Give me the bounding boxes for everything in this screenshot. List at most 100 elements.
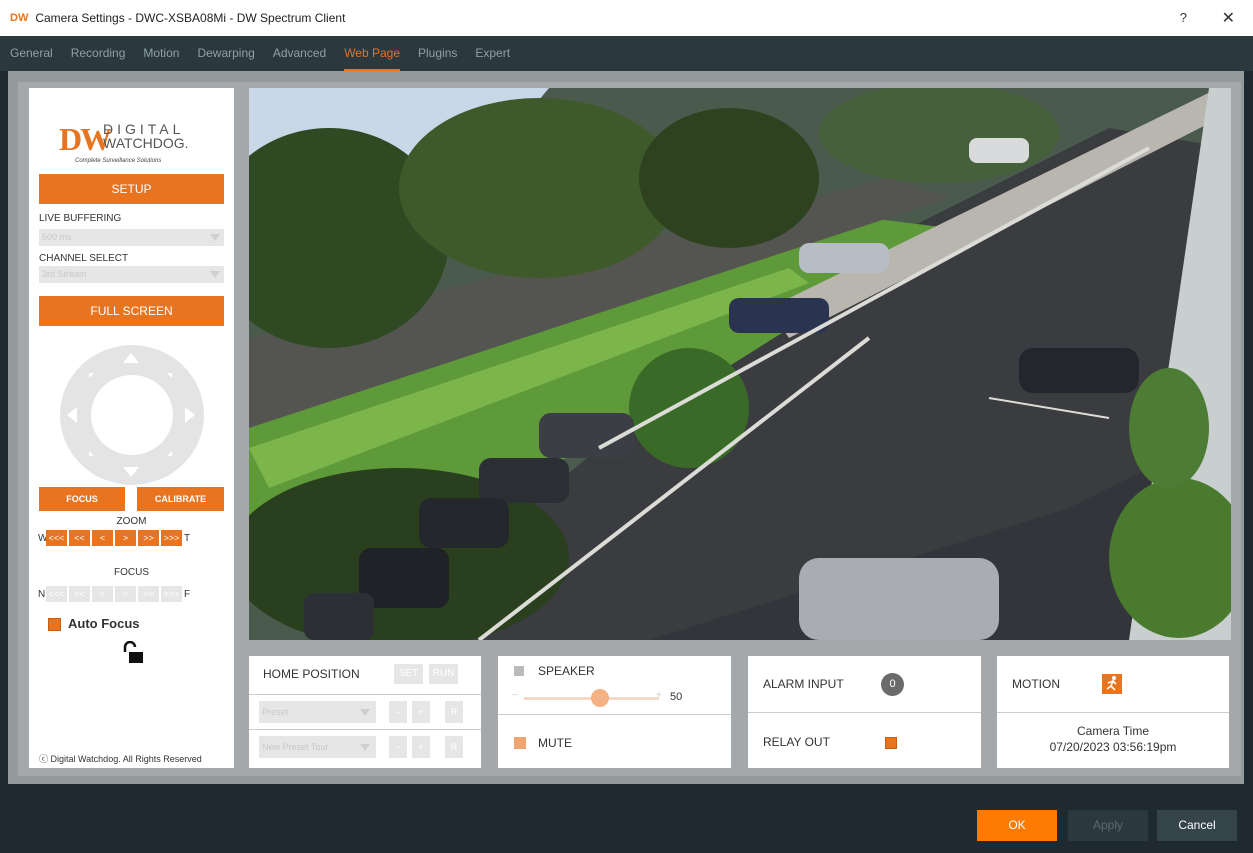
tour-reset-button[interactable]: R <box>445 736 463 758</box>
arrow-up-right-icon[interactable] <box>167 373 172 378</box>
brand-line2: WATCHDOG. <box>103 135 189 151</box>
alarm-input-label: ALARM INPUT <box>763 677 844 691</box>
focus-near-fast-button[interactable]: <<< <box>46 586 67 602</box>
tab-general[interactable]: General <box>10 36 53 71</box>
focus-controls: N <<< << < > >> >>> F <box>38 585 192 603</box>
zoom-wide-label: W <box>38 532 48 544</box>
io-panel: ALARM INPUT 0 RELAY OUT <box>748 656 981 768</box>
arrow-left-icon[interactable] <box>67 407 77 423</box>
auto-focus-checkbox[interactable] <box>48 618 61 631</box>
preset-tour-select[interactable]: New Preset Tour <box>259 736 376 758</box>
tab-expert[interactable]: Expert <box>475 36 510 71</box>
zoom-in-medium-button[interactable]: >> <box>138 530 159 546</box>
arrow-down-icon[interactable] <box>123 467 139 477</box>
volume-decrease[interactable]: − <box>512 690 518 701</box>
ptz-center <box>91 375 173 455</box>
apply-button[interactable]: Apply <box>1068 810 1148 841</box>
home-run-button[interactable]: RUN <box>429 664 458 684</box>
camera-time-value: 07/20/2023 03:56:19pm <box>1049 740 1177 754</box>
focus-far-button[interactable]: > <box>115 586 136 602</box>
arrow-up-left-icon[interactable] <box>89 373 94 378</box>
auto-focus-label: Auto Focus <box>68 616 140 631</box>
home-position-panel: HOME POSITION SET RUN Preset − + R New P… <box>249 656 481 768</box>
focus-near-button[interactable]: < <box>92 586 113 602</box>
speaker-label: SPEAKER <box>538 664 595 678</box>
mute-checkbox[interactable] <box>514 737 526 749</box>
audio-panel: SPEAKER − + 50 MUTE <box>498 656 731 768</box>
focus-near-medium-button[interactable]: << <box>69 586 90 602</box>
tab-dewarping[interactable]: Dewarping <box>197 36 254 71</box>
speaker-checkbox[interactable] <box>514 666 524 676</box>
chevron-down-icon <box>360 709 370 716</box>
arrow-up-icon[interactable] <box>123 353 139 363</box>
copyright-text: ⓒ Digital Watchdog. All Rights Reserved <box>39 754 202 764</box>
alarm-input-indicator: 0 <box>881 673 904 696</box>
unlock-icon[interactable] <box>122 641 144 665</box>
tab-motion[interactable]: Motion <box>143 36 179 71</box>
live-buffering-label: LIVE BUFFERING <box>39 213 122 224</box>
zoom-out-fast-button[interactable]: <<< <box>46 530 67 546</box>
live-video-view[interactable] <box>249 88 1231 640</box>
volume-value: 50 <box>670 691 683 703</box>
chevron-down-icon <box>210 271 220 278</box>
chevron-down-icon <box>360 744 370 751</box>
focus-label: FOCUS <box>114 567 149 578</box>
channel-select-value: 3rd Stream <box>42 269 87 279</box>
preset-select[interactable]: Preset <box>259 701 376 723</box>
arrow-right-icon[interactable] <box>185 407 195 423</box>
zoom-in-button[interactable]: > <box>115 530 136 546</box>
cancel-button[interactable]: Cancel <box>1157 810 1237 841</box>
preset-tour-value: New Preset Tour <box>262 742 329 752</box>
tab-advanced[interactable]: Advanced <box>273 36 326 71</box>
channel-select-label: CHANNEL SELECT <box>39 253 129 264</box>
close-button[interactable]: ✕ <box>1222 8 1235 28</box>
camera-feed-image <box>249 88 1231 640</box>
tab-recording[interactable]: Recording <box>71 36 126 71</box>
ok-button[interactable]: OK <box>977 810 1057 841</box>
arrow-down-right-icon[interactable] <box>167 451 172 456</box>
volume-slider-knob[interactable] <box>590 689 609 707</box>
digital-watchdog-logo: DW DIGITAL WATCHDOG. Complete Surveillan… <box>59 121 219 171</box>
mute-label: MUTE <box>538 736 572 750</box>
tour-add-button[interactable]: + <box>412 736 430 758</box>
zoom-out-button[interactable]: < <box>92 530 113 546</box>
live-buffering-select[interactable]: 500 ms <box>39 229 224 246</box>
home-position-label: HOME POSITION <box>263 667 360 681</box>
preset-select-value: Preset <box>262 707 289 717</box>
preset-reset-button[interactable]: R <box>445 701 463 723</box>
focus-far-fast-button[interactable]: >>> <box>161 586 182 602</box>
help-button[interactable]: ? <box>1180 10 1187 25</box>
app-logo: DW <box>10 12 29 24</box>
tab-plugins[interactable]: Plugins <box>418 36 457 71</box>
preset-add-button[interactable]: + <box>412 701 430 723</box>
ptz-direction-pad[interactable] <box>59 345 205 485</box>
setup-button[interactable]: SETUP <box>39 174 224 204</box>
arrow-down-left-icon[interactable] <box>89 451 94 456</box>
full-screen-button[interactable]: FULL SCREEN <box>39 296 224 326</box>
window-title: Camera Settings - DWC-XSBA08Mi - DW Spec… <box>35 11 346 25</box>
zoom-in-fast-button[interactable]: >>> <box>161 530 182 546</box>
tour-remove-button[interactable]: − <box>389 736 407 758</box>
live-buffering-value: 500 ms <box>42 232 72 242</box>
motion-running-icon <box>1102 674 1122 694</box>
focus-button[interactable]: FOCUS <box>39 487 125 511</box>
tab-web-page[interactable]: Web Page <box>344 36 400 71</box>
zoom-label: ZOOM <box>116 516 147 527</box>
home-set-button[interactable]: SET <box>394 664 423 684</box>
ptz-ring[interactable] <box>60 345 204 485</box>
volume-increase[interactable]: + <box>656 690 662 701</box>
zoom-out-medium-button[interactable]: << <box>69 530 90 546</box>
motion-panel: MOTION Camera Time 07/20/2023 03:56:19pm <box>997 656 1229 768</box>
calibrate-button[interactable]: CALIBRATE <box>137 487 224 511</box>
relay-out-checkbox[interactable] <box>885 737 897 749</box>
preset-remove-button[interactable]: − <box>389 701 407 723</box>
zoom-tele-label: T <box>184 532 191 544</box>
tab-bar: General Recording Motion Dewarping Advan… <box>0 36 1253 71</box>
focus-near-label: N <box>38 588 46 600</box>
relay-out-label: RELAY OUT <box>763 735 830 749</box>
channel-select[interactable]: 3rd Stream <box>39 266 224 283</box>
title-bar: DW Camera Settings - DWC-XSBA08Mi - DW S… <box>0 0 1253 36</box>
motion-label: MOTION <box>1012 677 1060 691</box>
chevron-down-icon <box>210 234 220 241</box>
focus-far-medium-button[interactable]: >> <box>138 586 159 602</box>
